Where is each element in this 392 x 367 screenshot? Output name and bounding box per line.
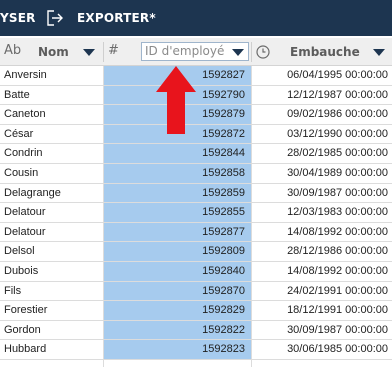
cell-embauche: 30/04/1989 00:00:00 — [287, 166, 388, 179]
cell-id-value: 1592879 — [202, 108, 245, 121]
cell-embauche: 12/03/1983 00:00:00 — [287, 206, 388, 219]
cell-id-value: 1592827 — [202, 69, 245, 81]
column-divider — [251, 42, 252, 62]
cell-nom: César — [4, 127, 34, 140]
table-row[interactable]: Batte 1592790 12/12/1987 00:00:00 — [0, 85, 392, 106]
cell-nom: Caneton — [4, 108, 46, 121]
chevron-down-icon[interactable] — [232, 49, 244, 56]
cell-embauche: 14/08/1992 00:00:00 — [287, 264, 388, 277]
cell-id-value: 1592822 — [202, 323, 245, 336]
table-row[interactable]: Cousin 1592858 30/04/1989 00:00:00 — [0, 163, 392, 184]
cell-nom: Condrin — [4, 147, 43, 160]
exporter-button[interactable]: EXPORTER* — [77, 0, 156, 36]
table-row[interactable]: Delatour 1592877 14/08/1992 00:00:00 — [0, 222, 392, 243]
table-row[interactable]: Delagrange 1592859 30/09/1987 00:00:00 — [0, 183, 392, 204]
cell-nom: Dubois — [4, 264, 39, 277]
cell-id-value: 1592859 — [202, 186, 245, 199]
table-row[interactable]: Hubbard 1592823 30/06/1985 00:00:00 — [0, 340, 392, 360]
cell-embauche: 30/06/1985 00:00:00 — [287, 343, 388, 356]
cell-id-value: 1592877 — [202, 225, 245, 238]
cell-embauche: 30/09/1987 00:00:00 — [287, 323, 388, 336]
cell-id-value: 1592840 — [202, 264, 245, 277]
table-row[interactable]: Anversin 1592827 06/04/1995 00:00:00 — [0, 66, 392, 86]
column-divider — [103, 66, 104, 367]
analyser-button[interactable]: YSER — [0, 0, 36, 36]
cell-embauche: 09/02/1986 00:00:00 — [287, 108, 388, 121]
column-header-nom[interactable]: Ab Nom — [0, 38, 103, 66]
cell-id: 1592840 — [103, 261, 251, 281]
column-label-nom: Nom — [38, 45, 69, 59]
cell-id-value: 1592823 — [202, 343, 245, 356]
cell-id: 1592844 — [103, 144, 251, 163]
cell-id-value: 1592858 — [202, 166, 245, 179]
table-row[interactable]: Condrin 1592844 28/02/1985 00:00:00 — [0, 144, 392, 164]
cell-nom: Delatour — [4, 206, 46, 219]
text-type-icon: Ab — [4, 43, 22, 58]
cell-nom: Cousin — [4, 166, 39, 179]
chevron-down-icon[interactable] — [373, 49, 385, 56]
cell-embauche: 12/12/1987 00:00:00 — [287, 88, 388, 101]
cell-id-value: 1592790 — [202, 88, 245, 101]
chevron-down-icon[interactable] — [83, 49, 95, 56]
cell-embauche: 28/02/1985 00:00:00 — [287, 147, 388, 160]
cell-nom: Fils — [4, 284, 22, 297]
cell-nom: Batte — [4, 88, 30, 101]
table-row[interactable]: Fils 1592870 24/02/1991 00:00:00 — [0, 281, 392, 302]
cell-id: 1592858 — [103, 163, 251, 183]
cell-id: 1592870 — [103, 281, 251, 301]
toolbar: YSER EXPORTER* — [0, 0, 392, 36]
export-icon[interactable] — [46, 9, 64, 27]
cell-id: 1592829 — [103, 301, 251, 320]
table-row[interactable]: César 1592872 03/12/1990 00:00:00 — [0, 124, 392, 145]
cell-embauche: 30/09/1987 00:00:00 — [287, 186, 388, 199]
cell-nom: Delsol — [4, 245, 35, 258]
table-row[interactable]: Dubois 1592840 14/08/1992 00:00:00 — [0, 261, 392, 282]
table-row[interactable]: Gordon 1592822 30/09/1987 00:00:00 — [0, 320, 392, 341]
cell-id-value: 1592809 — [202, 245, 245, 258]
cell-id-value: 1592870 — [202, 284, 245, 297]
cell-embauche: 28/12/1986 00:00:00 — [287, 245, 388, 258]
column-header-embauche[interactable]: Embauche — [270, 38, 392, 66]
cell-id: 1592809 — [103, 242, 251, 261]
cell-embauche: 24/02/1991 00:00:00 — [287, 284, 388, 297]
annotation-arrow-icon — [156, 66, 196, 134]
cell-nom: Anversin — [4, 69, 47, 81]
cell-embauche: 14/08/1992 00:00:00 — [287, 225, 388, 238]
cell-id-value: 1592872 — [202, 127, 245, 140]
cell-id: 1592822 — [103, 320, 251, 340]
cell-id: 1592877 — [103, 222, 251, 242]
cell-nom: Hubbard — [4, 343, 47, 356]
cell-nom: Delagrange — [4, 186, 61, 199]
cell-embauche: 06/04/1995 00:00:00 — [287, 69, 388, 81]
cell-id: 1592855 — [103, 203, 251, 222]
cell-nom: Gordon — [4, 323, 41, 336]
cell-id-value: 1592844 — [202, 147, 245, 160]
data-grid: Anversin 1592827 06/04/1995 00:00:00 Batte 1… — [0, 66, 392, 360]
cell-id: 1592859 — [103, 183, 251, 203]
number-type-icon: # — [108, 43, 119, 58]
cell-id-value: 1592855 — [202, 206, 245, 219]
cell-nom: Delatour — [4, 225, 46, 238]
clock-icon — [256, 45, 270, 59]
cell-id: 1592823 — [103, 340, 251, 359]
column-divider — [251, 66, 252, 367]
cell-embauche: 03/12/1990 00:00:00 — [287, 127, 388, 140]
cell-embauche: 18/12/1991 00:00:00 — [287, 304, 388, 317]
column-header-row: Ab Nom # ID d'employé Embauche — [0, 38, 392, 66]
table-row[interactable]: Forestier 1592829 18/12/1991 00:00:00 — [0, 301, 392, 321]
table-row[interactable]: Delsol 1592809 28/12/1986 00:00:00 — [0, 242, 392, 262]
table-row[interactable]: Caneton 1592879 09/02/1986 00:00:00 — [0, 105, 392, 125]
cell-nom: Forestier — [4, 304, 48, 317]
column-label-embauche: Embauche — [290, 45, 360, 59]
cell-id-value: 1592829 — [202, 304, 245, 317]
table-row[interactable]: Delatour 1592855 12/03/1983 00:00:00 — [0, 203, 392, 223]
